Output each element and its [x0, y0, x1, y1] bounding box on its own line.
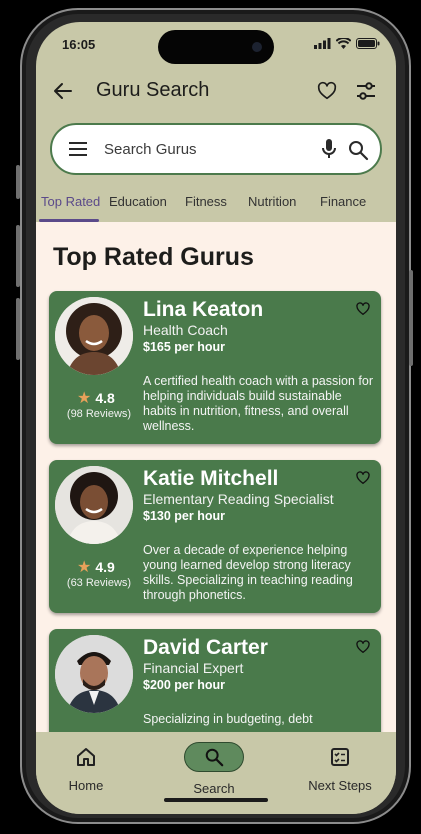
guru-card[interactable]: ★ 4.9 (63 Reviews) Katie Mitchell Element… — [49, 460, 381, 613]
signal-icon — [314, 38, 331, 49]
app-bar: Guru Search — [36, 68, 396, 114]
wifi-icon — [336, 38, 351, 49]
app-screen: 16:05 Guru Search Search Gurus Top Rated… — [36, 22, 396, 814]
nav-home[interactable]: Home — [36, 742, 136, 793]
tab-education[interactable]: Education — [109, 194, 167, 209]
avatar — [55, 635, 133, 713]
status-time: 16:05 — [62, 37, 96, 52]
guru-name: Lina Keaton — [143, 298, 264, 321]
menu-icon[interactable] — [68, 140, 88, 158]
home-icon — [76, 742, 96, 772]
guru-price: $165 per hour — [143, 340, 225, 354]
guru-role: Elementary Reading Specialist — [143, 491, 334, 507]
home-indicator[interactable] — [164, 798, 268, 802]
nav-search[interactable]: Search — [164, 742, 264, 796]
guru-card[interactable]: David Carter Financial Expert $200 per h… — [49, 629, 381, 732]
status-icons — [314, 38, 380, 49]
tab-nutrition[interactable]: Nutrition — [248, 194, 296, 209]
back-arrow-icon[interactable] — [50, 78, 76, 104]
heart-icon[interactable] — [355, 470, 371, 486]
guru-name: David Carter — [143, 636, 268, 659]
volume-down-button — [16, 298, 20, 360]
guru-description: A certified health coach with a passion … — [143, 374, 373, 433]
filter-sliders-icon[interactable] — [354, 79, 378, 103]
tab-fitness[interactable]: Fitness — [185, 194, 227, 209]
avatar — [55, 466, 133, 544]
star-icon: ★ — [77, 559, 92, 576]
guru-role: Financial Expert — [143, 660, 244, 676]
battery-icon — [356, 38, 380, 49]
search-bar[interactable]: Search Gurus — [50, 123, 382, 175]
rating: ★ 4.8 — [77, 388, 115, 408]
favorites-heart-icon[interactable] — [316, 80, 338, 102]
heart-icon[interactable] — [355, 639, 371, 655]
search-icon — [205, 748, 224, 767]
tab-finance[interactable]: Finance — [320, 194, 366, 209]
results-list: Top Rated Gurus ★ 4.8 (98 Reviews) Lina K… — [36, 222, 396, 732]
review-count: (63 Reviews) — [66, 577, 132, 589]
guru-name: Katie Mitchell — [143, 467, 279, 490]
volume-up-button — [16, 225, 20, 287]
page-title: Guru Search — [96, 79, 210, 101]
guru-role: Health Coach — [143, 322, 228, 338]
nav-next-steps-label: Next Steps — [308, 778, 372, 793]
active-nav-pill — [184, 742, 244, 772]
rating: ★ 4.9 — [77, 557, 115, 577]
guru-card[interactable]: ★ 4.8 (98 Reviews) Lina Keaton Health Coa… — [49, 291, 381, 444]
avatar — [55, 297, 133, 375]
status-bar: 16:05 — [36, 22, 396, 68]
side-button — [16, 165, 20, 199]
review-count: (98 Reviews) — [66, 408, 132, 420]
category-tabs: Top Rated Education Fitness Nutrition Fi… — [36, 188, 396, 222]
guru-description: Specializing in budgeting, debt — [143, 712, 313, 726]
nav-search-label: Search — [193, 781, 235, 796]
star-icon: ★ — [77, 390, 92, 407]
section-heading: Top Rated Gurus — [53, 243, 254, 271]
search-icon[interactable] — [347, 139, 369, 161]
rating-value: 4.9 — [95, 559, 115, 575]
power-button — [409, 270, 413, 366]
microphone-icon[interactable] — [320, 138, 338, 160]
rating-value: 4.8 — [95, 390, 115, 406]
guru-description: Over a decade of experience helping youn… — [143, 543, 353, 602]
nav-home-label: Home — [68, 778, 104, 793]
guru-price: $200 per hour — [143, 678, 225, 692]
heart-icon[interactable] — [355, 301, 371, 317]
guru-price: $130 per hour — [143, 509, 225, 523]
nav-next-steps[interactable]: Next Steps — [290, 742, 390, 793]
dynamic-island — [158, 30, 274, 64]
camera-icon — [252, 42, 262, 52]
tab-top-rated[interactable]: Top Rated — [41, 194, 100, 209]
search-input[interactable]: Search Gurus — [104, 141, 197, 158]
checklist-icon — [330, 742, 350, 772]
